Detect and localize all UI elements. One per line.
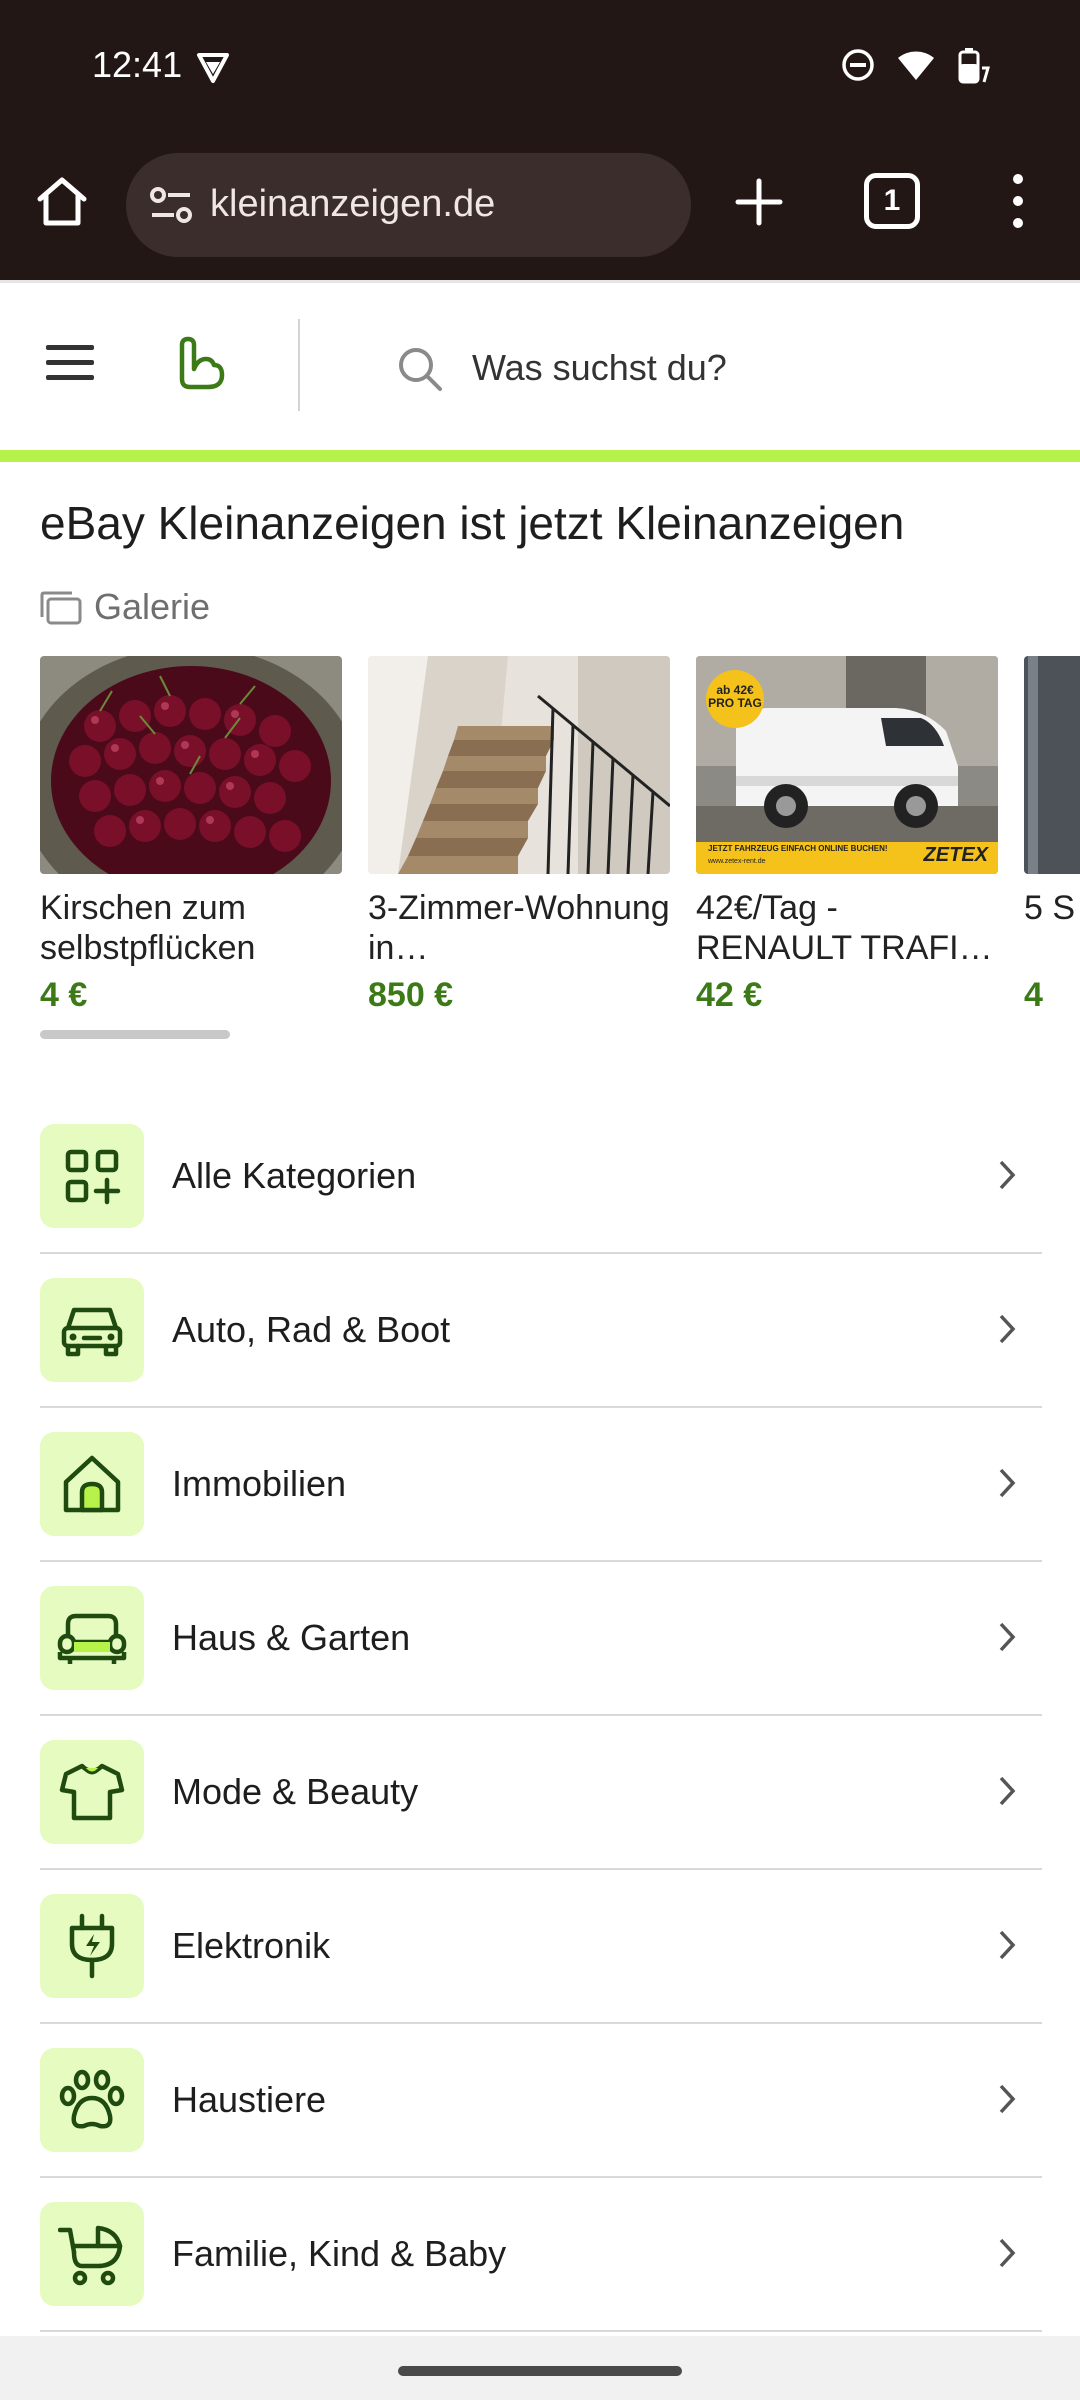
listing-price: 42 €: [696, 976, 763, 1014]
category-item-familie-kind-baby[interactable]: Familie, Kind & Baby: [40, 2178, 1042, 2332]
category-item-elektronik[interactable]: Elektronik: [40, 1870, 1042, 2024]
category-label[interactable]: Haus & Garten: [172, 1617, 1042, 1659]
home-gesture-handle[interactable]: [398, 2366, 682, 2376]
page-title: eBay Kleinanzeigen ist jetzt Kleinanzeig…: [40, 497, 905, 549]
plug-icon: [40, 1894, 144, 1998]
category-label[interactable]: Alle Kategorien: [172, 1155, 1042, 1197]
status-icons: [840, 46, 990, 84]
listing-image-van-ad[interactable]: ab 42€ PRO TAG JETZT FAHRZEUG EINFACH ON…: [696, 656, 998, 874]
status-bar: 12:41: [0, 0, 1080, 135]
system-navigation-bar: [0, 2336, 1080, 2400]
search-input[interactable]: Was suchst du?: [472, 347, 727, 389]
category-list: Alle Kategorien Auto, Rad & Boot Immobil…: [40, 1100, 1042, 2332]
more-menu-icon[interactable]: [1000, 171, 1036, 231]
site-header: Was suchst du?: [0, 280, 1080, 450]
home-icon[interactable]: [32, 171, 92, 231]
listing-title[interactable]: 3-Zimmer-Wohnung in…: [368, 888, 670, 968]
hamburger-menu-icon[interactable]: [46, 345, 98, 385]
chevron-right-icon: [999, 2084, 1016, 2114]
category-item-mode-beauty[interactable]: Mode & Beauty: [40, 1716, 1042, 1870]
carousel-scroll-indicator: [40, 1030, 230, 1039]
site-settings-icon[interactable]: [148, 183, 194, 227]
new-tab-icon[interactable]: [728, 171, 790, 233]
category-item-immobilien[interactable]: Immobilien: [40, 1408, 1042, 1562]
listing-title[interactable]: Kirschen zum selbstpflücken: [40, 888, 342, 968]
chevron-right-icon: [999, 1776, 1016, 1806]
listing-image-staircase[interactable]: [368, 656, 670, 874]
gallery-label-text: Galerie: [94, 586, 211, 627]
category-label[interactable]: Elektronik: [172, 1925, 1042, 1967]
house-icon: [40, 1432, 144, 1536]
ad-price-badge: ab 42€ PRO TAG: [706, 670, 764, 728]
listing-card[interactable]: 5 S 4: [1024, 656, 1080, 1015]
vpn-icon: [197, 53, 229, 83]
status-time: 12:41: [92, 44, 183, 85]
address-bar[interactable]: kleinanzeigen.de: [126, 153, 691, 257]
category-item-haus-garten[interactable]: Haus & Garten: [40, 1562, 1042, 1716]
category-label[interactable]: Familie, Kind & Baby: [172, 2233, 1042, 2275]
wifi-icon: [898, 51, 934, 80]
category-item-alle-kategorien[interactable]: Alle Kategorien: [40, 1100, 1042, 1254]
listing-price: 4: [1024, 976, 1043, 1014]
listing-card[interactable]: ab 42€ PRO TAG JETZT FAHRZEUG EINFACH ON…: [696, 656, 998, 1015]
listing-title[interactable]: 42€/Tag - RENAULT TRAFI…: [696, 888, 998, 968]
stroller-icon: [40, 2202, 144, 2306]
chevron-right-icon: [999, 2238, 1016, 2268]
listing-title[interactable]: 5 S: [1024, 888, 1080, 968]
header-divider: [298, 319, 300, 411]
search-icon: [399, 348, 442, 391]
category-item-auto-rad-boot[interactable]: Auto, Rad & Boot: [40, 1254, 1042, 1408]
do-not-disturb-icon: [842, 49, 874, 81]
listing-card[interactable]: 3-Zimmer-Wohnung in… 850 €: [368, 656, 670, 1015]
paw-icon: [40, 2048, 144, 2152]
chevron-right-icon: [999, 1622, 1016, 1652]
url-text[interactable]: kleinanzeigen.de: [210, 183, 495, 226]
listing-price: 4 €: [40, 976, 88, 1014]
listing-card[interactable]: Kirschen zum selbstpflücken 4 €: [40, 656, 342, 1015]
gallery-icon: [40, 591, 82, 625]
ad-url-text: www.zetex-rent.de: [708, 858, 766, 865]
car-icon: [40, 1278, 144, 1382]
browser-toolbar: kleinanzeigen.de 1: [0, 135, 1080, 280]
chevron-right-icon: [999, 1160, 1016, 1190]
grid-plus-icon: [40, 1124, 144, 1228]
ad-brand-logo: ZETEX: [923, 844, 988, 866]
category-label[interactable]: Mode & Beauty: [172, 1771, 1042, 1813]
shirt-icon: [40, 1740, 144, 1844]
category-label[interactable]: Immobilien: [172, 1463, 1042, 1505]
chevron-right-icon: [999, 1314, 1016, 1344]
gallery-label: Galerie: [40, 586, 210, 628]
listing-image-partial[interactable]: [1024, 656, 1080, 874]
kleinanzeigen-logo-icon[interactable]: [176, 335, 228, 391]
brand-accent-line: [0, 450, 1080, 462]
chevron-right-icon: [999, 1930, 1016, 1960]
chevron-right-icon: [999, 1468, 1016, 1498]
ad-banner-text: JETZT FAHRZEUG EINFACH ONLINE BUCHEN!: [708, 844, 888, 853]
listing-price: 850 €: [368, 976, 454, 1014]
sofa-icon: [40, 1586, 144, 1690]
category-label[interactable]: Haustiere: [172, 2079, 1042, 2121]
battery-charging-icon: [958, 48, 990, 84]
listing-image-cherries[interactable]: [40, 656, 342, 874]
category-item-haustiere[interactable]: Haustiere: [40, 2024, 1042, 2178]
category-label[interactable]: Auto, Rad & Boot: [172, 1309, 1042, 1351]
gallery-carousel[interactable]: Kirschen zum selbstpflücken 4 € 3-Zimmer…: [40, 656, 1080, 1016]
tab-switcher-button[interactable]: 1: [864, 173, 920, 229]
